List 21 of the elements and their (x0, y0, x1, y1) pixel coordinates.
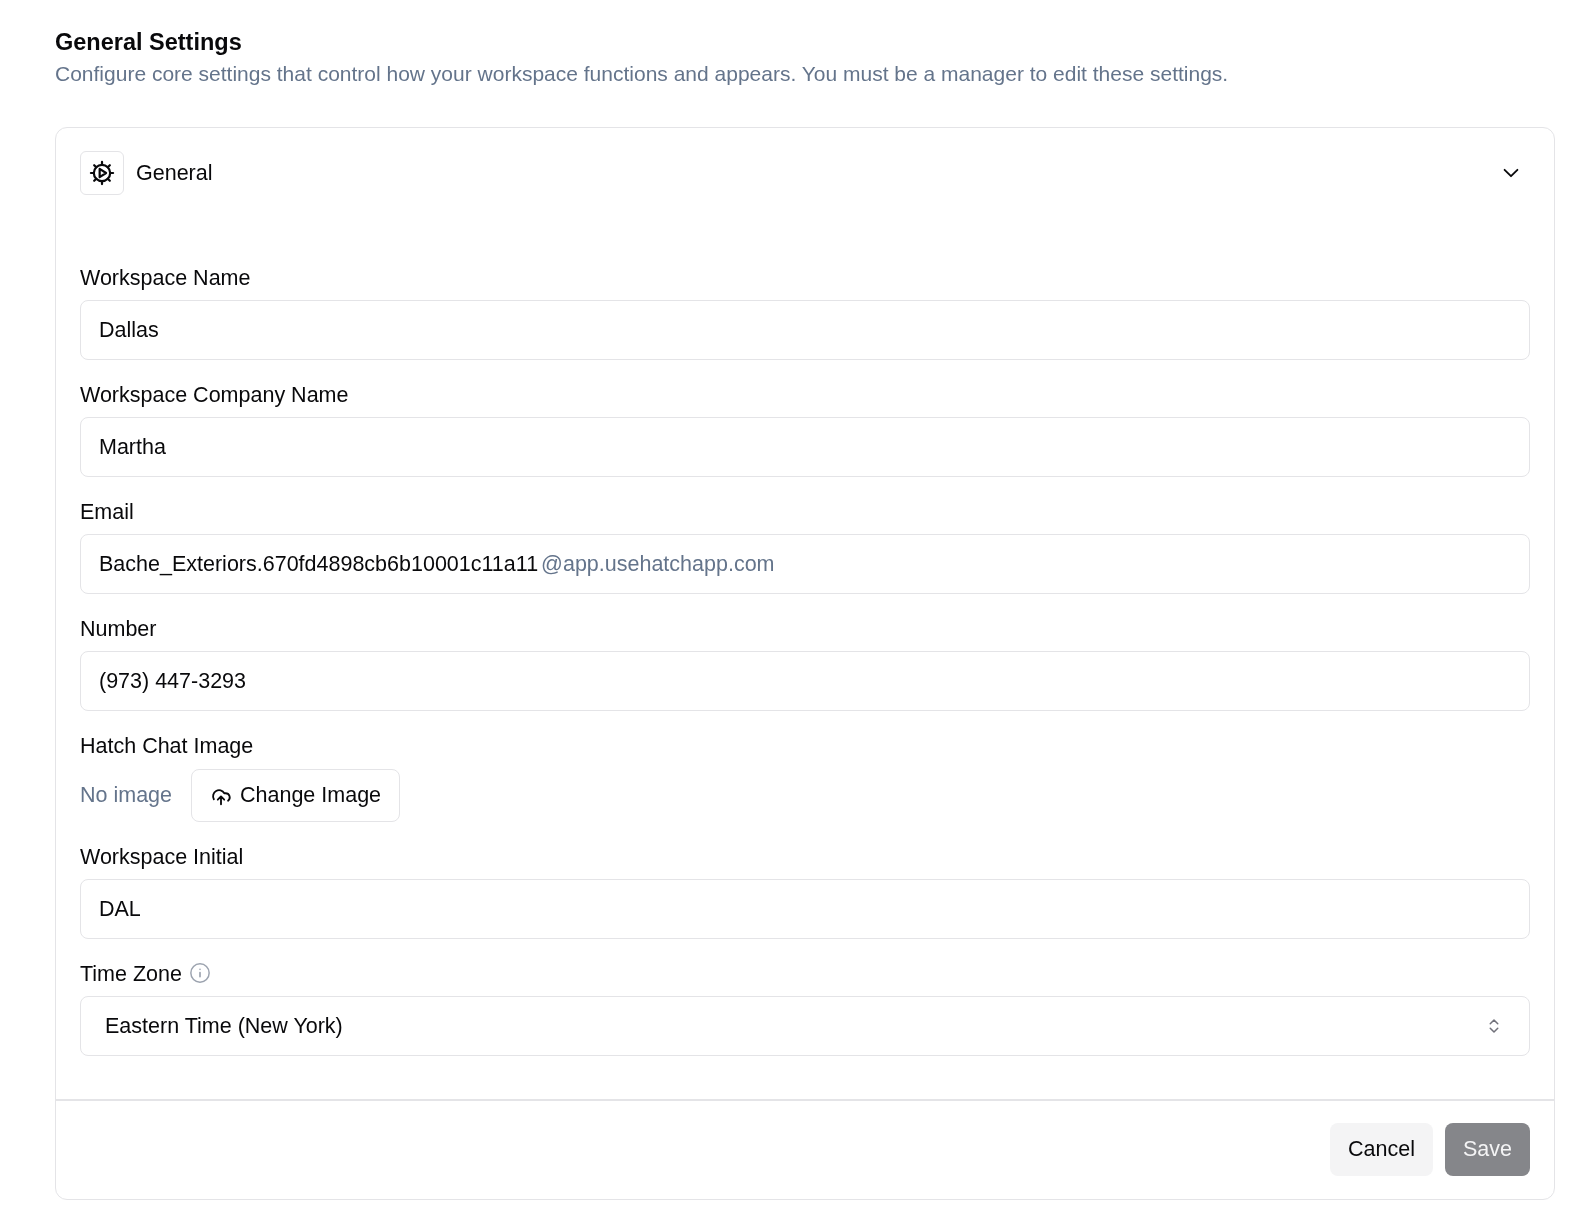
gear-icon (80, 151, 124, 195)
page-description: Configure core settings that control how your workspace functions and appears. You must be a manager to edit these settings. (55, 61, 1230, 87)
field-label: Workspace Company Name (80, 383, 349, 407)
text-input-field[interactable]: Dallas (80, 300, 1530, 360)
email-domain-suffix: @app.usehatchapp.com (541, 550, 775, 578)
field-label: Time Zone (80, 962, 182, 986)
section-title: General (136, 159, 213, 187)
cancel-button[interactable]: Cancel (1330, 1123, 1433, 1176)
page-title: General Settings (55, 28, 243, 57)
field-label: Workspace Initial (80, 845, 244, 869)
text-input-field[interactable]: (973) 447-3293 (80, 651, 1530, 711)
image-status-text: No image (80, 782, 172, 810)
field-label: Number (80, 617, 157, 641)
time-zone-select[interactable]: Eastern Time (New York) (80, 996, 1530, 1056)
field-label: Workspace Name (80, 266, 251, 290)
field-label: Email (80, 500, 134, 524)
email-input-field[interactable]: Bache_Exteriors.670fd4898cb6b10001c11a11@app.usehatchapp.com (80, 534, 1530, 594)
field-label: Hatch Chat Image (80, 734, 254, 758)
text-input-field[interactable]: DAL (80, 879, 1530, 939)
change-image-button[interactable]: Change Image (191, 769, 401, 822)
text-input-field[interactable]: Martha (80, 417, 1530, 477)
